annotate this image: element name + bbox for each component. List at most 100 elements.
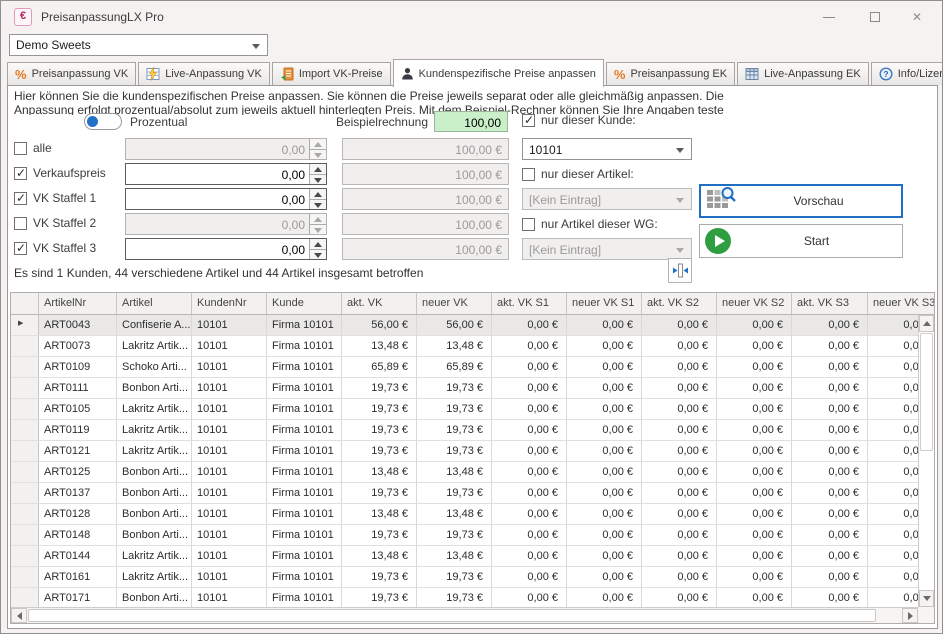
table-cell[interactable]: 13,48 € (342, 504, 417, 524)
table-cell[interactable]: 0,00 € (642, 567, 717, 587)
spin-up-icon[interactable] (310, 139, 326, 149)
table-cell[interactable]: 10101 (192, 420, 267, 440)
column-header[interactable]: akt. VK S2 (642, 293, 717, 314)
spin-down-icon[interactable] (310, 224, 326, 235)
percent-absolute-toggle[interactable] (84, 113, 122, 130)
vk-staffel-3-adjust-spinner[interactable]: 0,00 (125, 238, 327, 260)
row-header[interactable] (11, 441, 39, 461)
table-cell[interactable]: Firma 10101 (267, 567, 342, 587)
table-cell[interactable]: 10101 (192, 462, 267, 482)
table-cell[interactable]: 0,00 € (492, 357, 567, 377)
row-header[interactable] (11, 357, 39, 377)
tab-preisanpassung-vk[interactable]: Preisanpassung VK (7, 62, 136, 85)
table-cell[interactable]: ART0161 (39, 567, 117, 587)
price-row-alle-checkbox[interactable]: alle (14, 141, 52, 155)
table-cell[interactable]: 19,73 € (342, 525, 417, 545)
tab-info-lizenz[interactable]: ? Info/Lizenz (871, 62, 943, 85)
table-cell[interactable]: 0,00 € (492, 441, 567, 461)
table-cell[interactable]: 13,48 € (342, 336, 417, 356)
table-cell[interactable]: ART0105 (39, 399, 117, 419)
tab-preisanpassung-ek[interactable]: Preisanpassung EK (606, 62, 735, 85)
table-row[interactable]: ART0043Confiserie A...10101Firma 1010156… (11, 315, 935, 336)
table-cell[interactable]: 10101 (192, 567, 267, 587)
table-cell[interactable]: 19,73 € (342, 567, 417, 587)
table-cell[interactable]: ART0148 (39, 525, 117, 545)
table-cell[interactable]: 0,00 € (717, 336, 792, 356)
table-cell[interactable]: 0,00 € (642, 420, 717, 440)
column-header[interactable]: neuer VK S1 (567, 293, 642, 314)
row-header[interactable] (11, 462, 39, 482)
table-cell[interactable]: 10101 (192, 315, 267, 335)
table-cell[interactable]: Lakritz Artik... (117, 546, 192, 566)
spin-up-icon[interactable] (310, 164, 326, 174)
table-cell[interactable]: 19,73 € (417, 441, 492, 461)
table-cell[interactable]: 0,00 € (792, 504, 868, 524)
table-cell[interactable]: 0,00 € (492, 420, 567, 440)
table-row[interactable]: ART0119Lakritz Artik...10101Firma 101011… (11, 420, 935, 441)
table-cell[interactable]: 10101 (192, 357, 267, 377)
table-cell[interactable]: 0,00 € (642, 399, 717, 419)
table-cell[interactable]: Bonbon Arti... (117, 588, 192, 608)
close-button[interactable] (900, 3, 934, 31)
table-cell[interactable]: 19,73 € (417, 399, 492, 419)
collapse-splitter-button[interactable] (668, 258, 692, 283)
table-row[interactable]: ART0148Bonbon Arti...10101Firma 1010119,… (11, 525, 935, 546)
table-cell[interactable]: 10101 (192, 588, 267, 608)
table-row[interactable]: ART0144Lakritz Artik...10101Firma 101011… (11, 546, 935, 567)
table-cell[interactable]: Lakritz Artik... (117, 420, 192, 440)
row-header[interactable] (11, 588, 39, 608)
table-cell[interactable]: 0,00 € (567, 420, 642, 440)
table-cell[interactable]: 0,00 € (492, 483, 567, 503)
column-header[interactable]: neuer VK S2 (717, 293, 792, 314)
filter-customer-checkbox[interactable]: nur dieser Kunde: (522, 113, 636, 127)
table-cell[interactable]: 0,00 € (567, 378, 642, 398)
table-cell[interactable]: 0,00 € (567, 336, 642, 356)
table-cell[interactable]: 0,00 € (492, 399, 567, 419)
table-cell[interactable]: 0,00 € (792, 588, 868, 608)
maximize-button[interactable] (858, 3, 892, 31)
table-cell[interactable]: 0,00 € (642, 462, 717, 482)
table-cell[interactable]: 0,00 € (492, 546, 567, 566)
table-row[interactable]: ART0128Bonbon Arti...10101Firma 1010113,… (11, 504, 935, 525)
table-cell[interactable]: 0,00 € (717, 483, 792, 503)
preview-button[interactable]: Vorschau (699, 184, 903, 218)
table-cell[interactable]: 13,48 € (417, 546, 492, 566)
table-cell[interactable]: 0,00 € (717, 504, 792, 524)
column-header[interactable]: akt. VK S3 (792, 293, 868, 314)
table-cell[interactable]: 13,48 € (342, 462, 417, 482)
table-cell[interactable]: 19,73 € (417, 525, 492, 545)
row-header[interactable] (11, 504, 39, 524)
scroll-left-icon[interactable] (11, 608, 27, 623)
table-cell[interactable]: ART0043 (39, 315, 117, 335)
table-row[interactable]: ART0121Lakritz Artik...10101Firma 101011… (11, 441, 935, 462)
table-row[interactable]: ART0125Bonbon Arti...10101Firma 1010113,… (11, 462, 935, 483)
horizontal-scroll-thumb[interactable] (28, 609, 876, 622)
scroll-up-icon[interactable] (919, 315, 934, 332)
table-cell[interactable]: 0,00 € (792, 525, 868, 545)
table-row[interactable]: ART0171Bonbon Arti...10101Firma 1010119,… (11, 588, 935, 609)
client-select[interactable]: Demo Sweets (9, 34, 268, 56)
table-cell[interactable]: 0,00 € (567, 504, 642, 524)
table-cell[interactable]: 65,89 € (342, 357, 417, 377)
row-header[interactable] (11, 315, 39, 335)
table-row[interactable]: ART0109Schoko Arti...10101Firma 1010165,… (11, 357, 935, 378)
table-cell[interactable]: 0,00 € (567, 546, 642, 566)
table-cell[interactable]: 0,00 € (792, 399, 868, 419)
table-cell[interactable]: 0,00 € (717, 588, 792, 608)
table-cell[interactable]: Lakritz Artik... (117, 441, 192, 461)
table-cell[interactable]: 0,00 € (642, 336, 717, 356)
table-cell[interactable]: 19,73 € (342, 399, 417, 419)
column-header[interactable]: neuer VK S3 (868, 293, 935, 314)
table-cell[interactable]: ART0109 (39, 357, 117, 377)
table-cell[interactable]: Firma 10101 (267, 336, 342, 356)
row-header[interactable] (11, 483, 39, 503)
table-cell[interactable]: ART0073 (39, 336, 117, 356)
spin-down-icon[interactable] (310, 174, 326, 185)
spin-down-icon[interactable] (310, 249, 326, 260)
price-row-vk-staffel-1-checkbox[interactable]: VK Staffel 1 (14, 191, 96, 205)
table-cell[interactable]: 0,00 € (492, 462, 567, 482)
table-cell[interactable]: 0,00 € (792, 546, 868, 566)
spin-up-icon[interactable] (310, 189, 326, 199)
table-cell[interactable]: 19,73 € (417, 420, 492, 440)
table-cell[interactable]: 0,00 € (492, 378, 567, 398)
